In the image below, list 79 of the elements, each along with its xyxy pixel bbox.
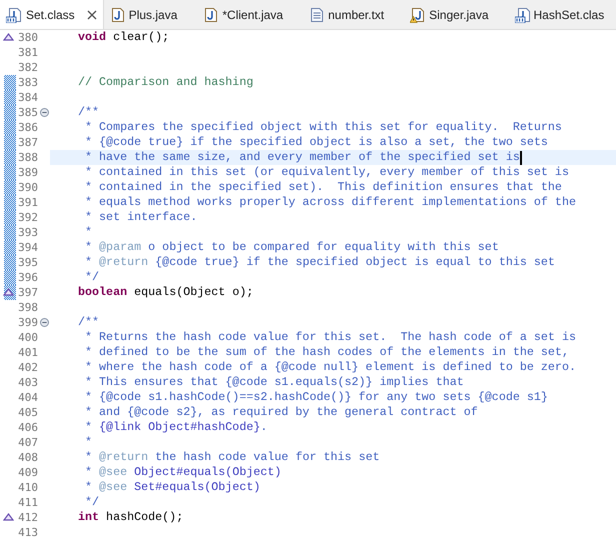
editor-tab[interactable]: number.txt [303,0,404,29]
line-number: 392 [17,210,38,225]
line-number: 384 [17,90,38,105]
line-number: 386 [17,120,38,135]
code-line: * @return {@code true} if the specified object is equal to this set [84,255,555,270]
code-line: */ [84,495,100,510]
line-number: 409 [17,465,38,480]
line-number: 411 [17,495,38,510]
editor-tab[interactable]: *Client.java [197,0,304,29]
line-number: 385 [17,105,38,120]
code-line: /** [78,105,100,120]
line-number: 404 [17,390,38,405]
line-number: 380 [17,30,38,45]
code-line: * This ensures that {@code s1.equals(s2)} implies that [84,375,464,390]
code-line: * {@code s1.hashCode()==s2.hashCode()} for any two sets {@code s1} [84,390,548,405]
code-line: * and {@code s2}, as required by the general contract of [84,405,478,420]
line-number: 387 [17,135,38,150]
line-number: 397 [17,285,38,300]
code-line: * {@code true} if the specified object is also a set, the two sets [84,135,548,150]
editor-tab[interactable]: Plus.java [104,0,198,29]
line-number: 389 [17,165,38,180]
close-icon[interactable] [86,10,97,20]
text-cursor [520,150,522,164]
java-file-icon [110,6,126,22]
code-line: */ [84,270,100,285]
line-number: 400 [17,330,38,345]
code-line: * contained in the specified set). This definition ensures that the [84,180,562,195]
collapse-icon[interactable] [40,108,48,117]
line-number: 396 [17,270,38,285]
line-number: 406 [17,420,38,435]
code-line: * @see Object#equals(Object) [84,465,282,480]
line-number: 390 [17,180,38,195]
java-file-warning-icon [410,6,426,22]
code-line: void clear(); [78,30,170,45]
code-line: int hashCode(); [78,510,184,525]
java-file-icon [203,6,220,22]
code-line: * equals method works properly across different implementations of the [84,195,576,210]
line-number: 395 [17,255,38,270]
line-number: 394 [17,240,38,255]
line-number: 405 [17,405,38,420]
line-number: 403 [17,375,38,390]
line-number: 388 [17,150,38,165]
class-file-icon [6,6,22,22]
editor-tab[interactable]: Singer.java [404,0,508,29]
editor-tab[interactable]: HashSet.clas [508,0,604,29]
code-line: * {@link Object#hashCode}. [84,420,268,435]
code-line: * defined to be the sum of the hash codes of the elements in the set, [84,345,569,360]
line-number: 393 [17,225,38,240]
code-line: // Comparison and hashing [78,75,254,90]
line-number: 412 [17,510,38,525]
code-line: * Returns the hash code value for this set. The hash code of a set is [84,330,576,345]
line-number: 401 [17,345,38,360]
line-number: 408 [17,450,38,465]
editor-tab[interactable]: Set.class [0,0,104,29]
line-number: 383 [17,75,38,90]
code-line: * @return the hash code value for this set [84,450,380,465]
code-line: * @see Set#equals(Object) [84,480,260,495]
code-line: * have the same size, and every member of the specified set is [84,150,520,165]
code-line: * set interface. [84,210,198,225]
line-number: 382 [17,60,38,75]
code-line: /** [78,315,100,330]
text-file-icon [309,6,326,22]
code-line: * Compares the specified object with this set for equality. Returns [84,120,562,135]
line-number: 413 [17,525,38,539]
code-line: * [84,225,92,240]
code-line: * contained in this set (or equivalently, every member of this set is [84,165,569,180]
code-line: boolean equals(Object o); [78,285,254,300]
line-number: 410 [17,480,38,495]
line-number: 391 [17,195,38,210]
class-file-icon [514,6,530,22]
line-number: 402 [17,360,38,375]
line-number: 398 [17,300,38,315]
code-line: * [84,435,92,450]
code-line: * where the hash code of a {@code null} element is defined to be zero. [84,360,576,375]
collapse-icon[interactable] [40,318,48,327]
line-number: 381 [17,45,38,60]
code-line: * @param o object to be compared for equality with this set [84,240,499,255]
line-number: 399 [17,315,38,330]
line-number: 407 [17,435,38,450]
